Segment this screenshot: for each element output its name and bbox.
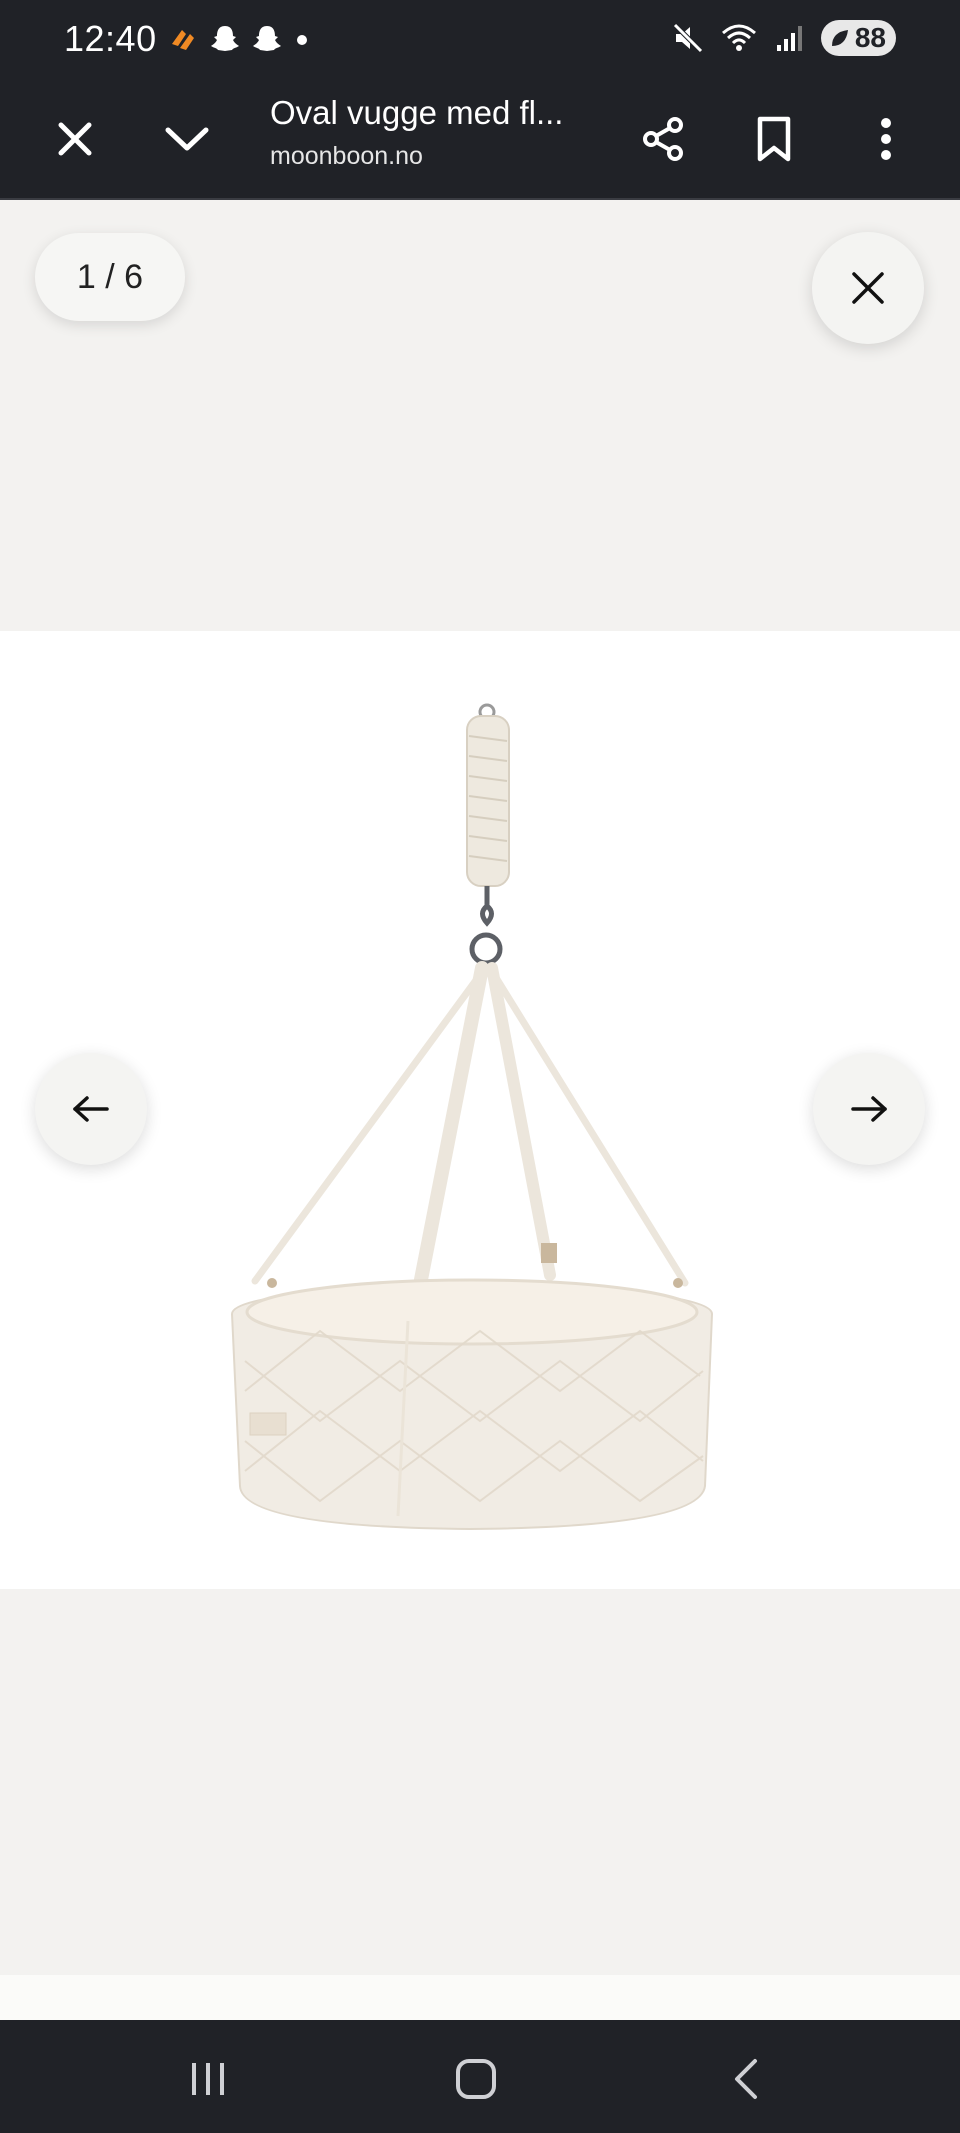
arrow-right-icon: [851, 1096, 887, 1122]
wifi-icon: [721, 24, 756, 51]
home-button[interactable]: [436, 2044, 516, 2114]
more-vert-icon: [881, 118, 891, 160]
status-time: 12:40: [64, 18, 157, 59]
chevron-down-icon: [165, 127, 209, 151]
custom-tab-toolbar: Oval vugge med fl... moonboon.no: [0, 80, 960, 200]
previous-image-button[interactable]: [35, 1053, 147, 1165]
page-title-block[interactable]: Oval vugge med fl... moonboon.no: [270, 94, 590, 171]
close-tab-button[interactable]: [40, 104, 110, 174]
signal-icon: [776, 26, 802, 51]
close-icon: [58, 122, 92, 156]
bookmark-icon: [757, 116, 791, 162]
next-image-button[interactable]: [813, 1053, 925, 1165]
recent-apps-icon: [192, 2063, 224, 2095]
minimize-tab-button[interactable]: [152, 104, 222, 174]
arrow-left-icon: [73, 1096, 109, 1122]
recent-apps-button[interactable]: [168, 2044, 248, 2114]
image-gallery[interactable]: 1 / 6: [0, 200, 960, 1975]
mute-icon: [673, 23, 703, 53]
more-options-button[interactable]: [851, 104, 921, 174]
status-bar: 12:40 88: [0, 0, 960, 80]
battery-indicator: 88: [820, 20, 896, 56]
image-counter: 1 / 6: [35, 233, 185, 321]
page-title: Oval vugge med fl...: [270, 94, 564, 131]
share-button[interactable]: [628, 104, 698, 174]
app-notification-icon: [172, 30, 194, 50]
battery-level: 88: [854, 22, 886, 53]
system-status-icons: 88: [671, 20, 896, 56]
notification-icons: [166, 22, 312, 56]
page-domain: moonboon.no: [270, 142, 423, 170]
page-bottom-strip: [0, 1975, 960, 2020]
battery-icon: [831, 30, 848, 46]
bookmark-button[interactable]: [739, 104, 809, 174]
back-icon: [735, 2059, 757, 2099]
share-icon: [643, 117, 683, 161]
snapchat-icon: [253, 26, 281, 51]
image-counter-text: 1 / 6: [76, 257, 144, 296]
close-icon: [852, 272, 884, 304]
home-icon: [456, 2059, 496, 2099]
system-navigation-bar: [0, 2020, 960, 2133]
back-button[interactable]: [706, 2044, 786, 2114]
dot-icon: [297, 35, 307, 45]
snapchat-icon: [211, 26, 239, 51]
close-gallery-button[interactable]: [812, 232, 924, 344]
